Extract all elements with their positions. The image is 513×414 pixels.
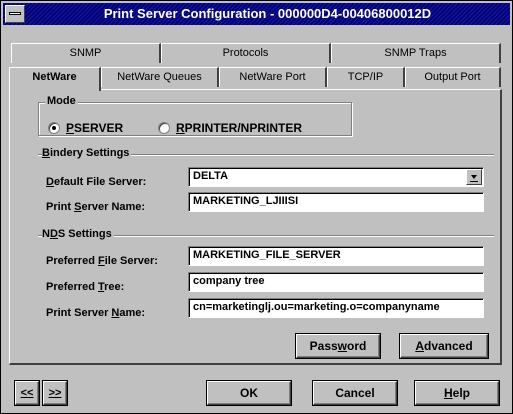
print-server-config-window: Print Server Configuration - 000000D4-00… (0, 0, 513, 414)
tab-netware-queues[interactable]: NetWare Queues (101, 67, 219, 87)
pserver-radio[interactable]: PSERVER (48, 120, 123, 136)
bindery-settings-label: Bindery Settings (42, 147, 132, 159)
nds-print-server-name-label: Print Server Name: (46, 307, 146, 319)
advanced-button[interactable]: Advanced (399, 333, 489, 359)
tab-protocols[interactable]: Protocols (161, 43, 331, 63)
system-menu-icon[interactable] (5, 5, 25, 23)
mode-group-label: Mode (45, 95, 78, 107)
preferred-file-server-input[interactable]: MARKETING_FILE_SERVER (188, 246, 484, 266)
title-bar[interactable]: Print Server Configuration - 000000D4-00… (3, 3, 510, 25)
rprinter-nprinter-radio[interactable]: RPRINTER/NPRINTER (158, 120, 302, 136)
next-page-button[interactable]: >> (42, 380, 68, 406)
tab-snmp[interactable]: SNMP (11, 43, 161, 63)
netware-tab-panel: Mode PSERVER RPRINTER/NPRINTER Bindery S… (9, 89, 502, 365)
tab-tcpip[interactable]: TCP/IP (327, 67, 405, 87)
bindery-print-server-name-label: Print Server Name: (46, 201, 146, 213)
default-file-server-label: Default File Server: (46, 176, 147, 188)
dropdown-arrow-icon[interactable] (466, 169, 482, 185)
radio-unselected-icon (158, 122, 170, 134)
preferred-tree-label: Preferred Tree: (46, 281, 125, 293)
tab-output-port[interactable]: Output Port (405, 67, 501, 87)
tab-netware-port[interactable]: NetWare Port (219, 67, 327, 87)
password-button[interactable]: Password (295, 333, 381, 359)
tab-snmp-traps[interactable]: SNMP Traps (331, 43, 501, 63)
radio-selected-icon (48, 122, 60, 134)
tab-netware[interactable]: NetWare (9, 67, 101, 91)
bindery-print-server-name-input[interactable]: MARKETING_LJIIISI (188, 192, 484, 212)
ok-button[interactable]: OK (206, 380, 292, 406)
window-title: Print Server Configuration - 000000D4-00… (103, 6, 432, 21)
default-file-server-select[interactable]: DELTA (188, 167, 484, 187)
nds-print-server-name-input[interactable]: cn=marketinglj.ou=marketing.o=companynam… (188, 298, 484, 318)
previous-page-button[interactable]: << (14, 380, 40, 406)
preferred-file-server-label: Preferred File Server: (46, 255, 158, 267)
cancel-button[interactable]: Cancel (312, 380, 398, 406)
nds-settings-label: NDS Settings (42, 228, 114, 240)
preferred-tree-input[interactable]: company tree (188, 272, 484, 292)
help-button[interactable]: Help (414, 380, 500, 406)
